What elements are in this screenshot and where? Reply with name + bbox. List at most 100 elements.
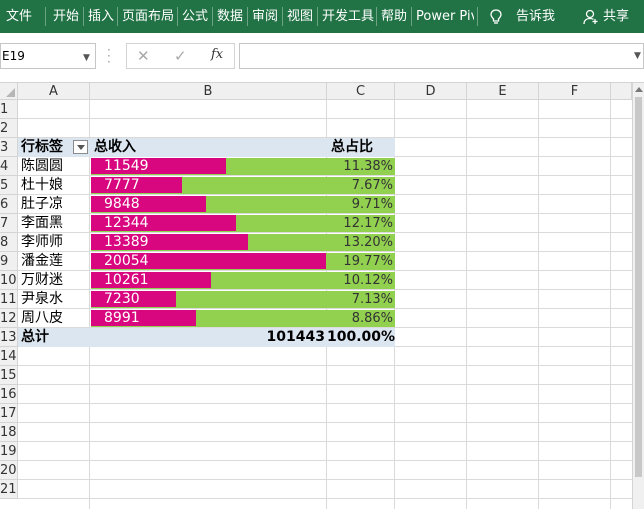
row-header-3[interactable]: 3 [0, 138, 18, 157]
share-button[interactable]: 共享 [603, 0, 629, 33]
row-header-14[interactable]: 14 [0, 347, 18, 366]
enter-check-icon[interactable]: ✓ [174, 47, 187, 65]
worksheet-grid[interactable]: A B C D E F 1 2 3 4 5 6 7 8 9 10 11 12 13 14 15 16 17 18 1… [0, 83, 644, 509]
tab-power-pivot[interactable]: Power Pivot [416, 0, 474, 33]
column-gridline [610, 100, 611, 509]
tab-developer[interactable]: 开发工具 [322, 0, 374, 33]
row-header-15[interactable]: 15 [0, 366, 18, 385]
formula-input[interactable] [239, 43, 644, 69]
column-header-f[interactable]: F [539, 83, 611, 100]
row-gridline [18, 441, 632, 442]
vertical-scrollbar[interactable] [632, 83, 644, 509]
column-header-a[interactable]: A [18, 83, 90, 100]
row-label-cell[interactable]: 潘金莲 [21, 252, 63, 271]
row-label-cell[interactable]: 李师师 [21, 233, 63, 252]
menu-separator [376, 7, 377, 26]
row-header-5[interactable]: 5 [0, 176, 18, 195]
menu-separator [117, 7, 118, 26]
row-header-19[interactable]: 19 [0, 442, 18, 461]
row-gridline [18, 403, 632, 404]
chevron-down-icon[interactable]: ▼ [83, 53, 90, 63]
column-gridline [538, 100, 539, 509]
insert-function-icon[interactable]: fx [211, 47, 223, 62]
total-label[interactable]: 总计 [21, 328, 49, 347]
row-header-10[interactable]: 10 [0, 271, 18, 290]
menu-separator [317, 7, 318, 26]
row-label-cell[interactable]: 陈圆圆 [21, 157, 63, 176]
ribbon-menu: 文件 开始 插入 页面布局 公式 数据 审阅 视图 开发工具 帮助 Power … [0, 0, 644, 33]
row-header-21[interactable]: 21 [0, 480, 18, 499]
tab-file[interactable]: 文件 [6, 0, 32, 33]
row-gridline [18, 175, 632, 176]
share-person-icon[interactable] [583, 9, 599, 25]
row-label-cell[interactable]: 李面黑 [21, 214, 63, 233]
row-header-16[interactable]: 16 [0, 385, 18, 404]
row-gridline [18, 194, 632, 195]
row-gridline [18, 251, 632, 252]
filter-dropdown-icon[interactable] [73, 140, 88, 154]
menu-separator [477, 7, 478, 26]
cancel-icon[interactable]: ✕ [137, 47, 150, 65]
row-gridline [18, 270, 632, 271]
row-header-1[interactable]: 1 [0, 100, 18, 119]
row-label-cell[interactable]: 周八皮 [21, 309, 63, 328]
tab-home[interactable]: 开始 [53, 0, 79, 33]
income-header[interactable]: 总收入 [94, 138, 136, 157]
row-header-13[interactable]: 13 [0, 328, 18, 347]
row-header-11[interactable]: 11 [0, 290, 18, 309]
column-gridline [466, 100, 467, 509]
tab-review[interactable]: 审阅 [252, 0, 278, 33]
row-label-cell[interactable]: 万财迷 [21, 271, 63, 290]
lightbulb-icon[interactable] [489, 9, 503, 25]
row-header-17[interactable]: 17 [0, 404, 18, 423]
ratio-value: 8.86% [351, 311, 393, 326]
row-header-12[interactable]: 12 [0, 309, 18, 328]
select-all-icon [6, 88, 15, 97]
row-header-6[interactable]: 6 [0, 195, 18, 214]
income-value: 9848 [104, 196, 140, 212]
row-header-4[interactable]: 4 [0, 157, 18, 176]
row-header-18[interactable]: 18 [0, 423, 18, 442]
menu-separator [83, 7, 84, 26]
row-header-7[interactable]: 7 [0, 214, 18, 233]
row-label-cell[interactable]: 尹泉水 [21, 290, 63, 309]
tab-formulas[interactable]: 公式 [182, 0, 208, 33]
row-header-20[interactable]: 20 [0, 461, 18, 480]
name-box[interactable]: E19 ▼ [0, 43, 96, 69]
scroll-up-icon[interactable] [635, 87, 643, 92]
total-ratio[interactable]: 100.00% [327, 328, 395, 347]
row-gridline [18, 498, 632, 499]
row-header-2[interactable]: 2 [0, 119, 18, 138]
tell-me-search[interactable]: 告诉我 [516, 0, 555, 33]
tab-help[interactable]: 帮助 [381, 0, 407, 33]
total-income[interactable]: 101443 [240, 328, 325, 347]
row-label-cell[interactable]: 杜十娘 [21, 176, 63, 195]
column-header-g[interactable] [611, 83, 632, 100]
row-header-8[interactable]: 8 [0, 233, 18, 252]
tab-data[interactable]: 数据 [217, 0, 243, 33]
ratio-header[interactable]: 总占比 [331, 138, 373, 157]
ratio-value: 9.71% [351, 197, 393, 212]
drag-handle-icon[interactable]: · · · [107, 44, 111, 68]
column-header-b[interactable]: B [90, 83, 327, 100]
row-gridline [18, 118, 632, 119]
row-label-cell[interactable]: 肚子凉 [21, 195, 63, 214]
income-value: 12344 [104, 215, 149, 231]
row-gridline [18, 289, 632, 290]
column-header-e[interactable]: E [467, 83, 539, 100]
ratio-value: 10.12% [343, 273, 393, 288]
select-all-button[interactable] [0, 83, 18, 100]
column-header-c[interactable]: C [327, 83, 395, 100]
income-value: 8991 [104, 310, 140, 326]
tab-insert[interactable]: 插入 [88, 0, 114, 33]
tab-view[interactable]: 视图 [287, 0, 313, 33]
column-gridline [89, 100, 90, 509]
formula-bar: E19 ▼ · · · ✕ ✓ fx ▼ [0, 33, 644, 83]
tab-page-layout[interactable]: 页面布局 [122, 0, 174, 33]
column-header-d[interactable]: D [395, 83, 467, 100]
ratio-value: 12.17% [343, 216, 393, 231]
row-header-9[interactable]: 9 [0, 252, 18, 271]
scrollbar-thumb[interactable] [635, 97, 642, 477]
expand-formula-icon[interactable]: ▼ [634, 51, 641, 61]
row-label-header[interactable]: 行标签 [21, 138, 63, 157]
